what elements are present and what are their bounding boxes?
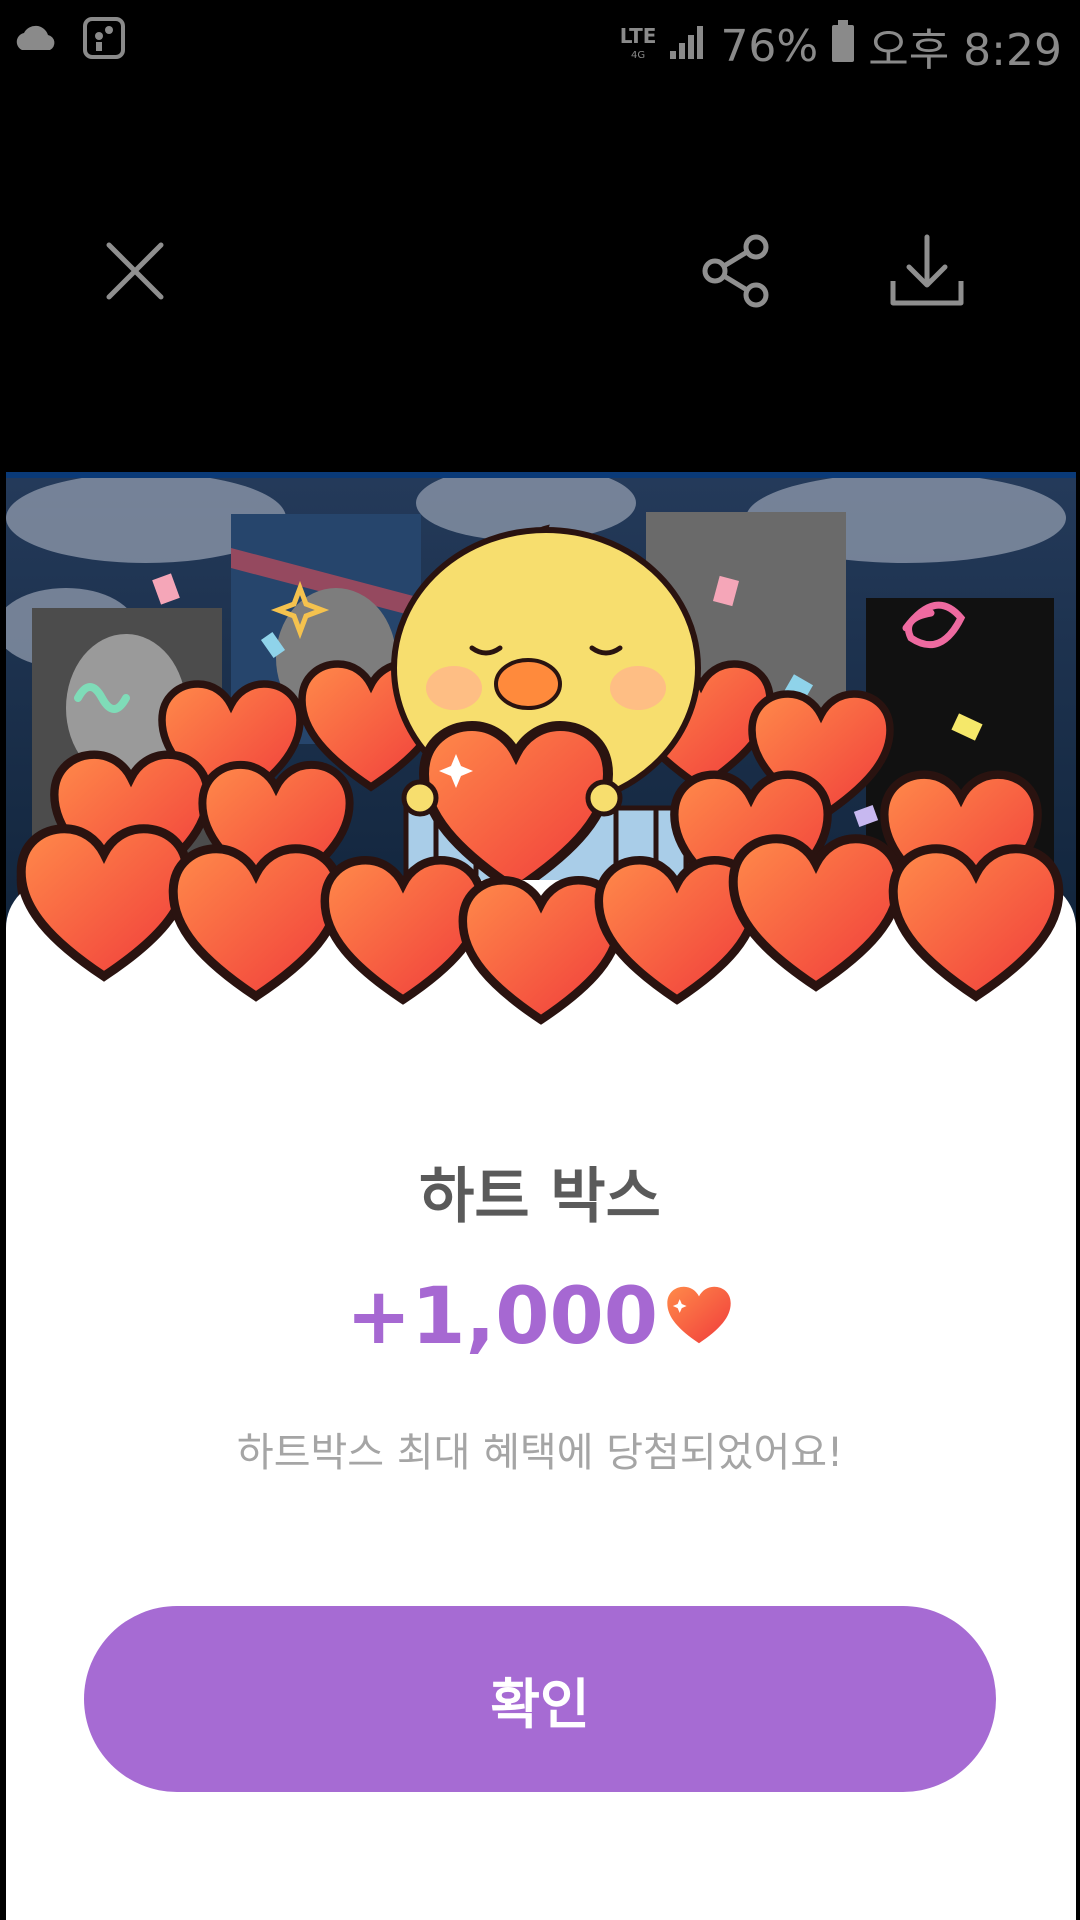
- heart-icon: [664, 1284, 734, 1350]
- network-subtype: 4G: [631, 50, 646, 61]
- battery-icon: [830, 19, 856, 74]
- viewer-toolbar: [0, 80, 1080, 470]
- clock: 오후 8:29: [868, 25, 1062, 76]
- reward-title: 하트 박스: [419, 1162, 661, 1232]
- confirm-button[interactable]: 확인: [84, 1606, 996, 1792]
- app-notification-icon: [82, 16, 126, 64]
- signal-icon: [668, 21, 708, 72]
- cloud-icon: [12, 22, 60, 58]
- reward-description: 하트박스 최대 혜택에 당첨되었어요!: [236, 1430, 844, 1476]
- download-icon[interactable]: [884, 228, 970, 314]
- heart-pile: [6, 820, 1076, 1040]
- status-bar: LTE 4G 76% 오후 8:29: [0, 0, 1080, 80]
- battery-percent: 76%: [720, 20, 819, 72]
- close-icon[interactable]: [92, 228, 178, 314]
- network-indicator: LTE 4G: [620, 26, 657, 66]
- share-icon[interactable]: [694, 228, 780, 314]
- reward-amount: +1,000: [0, 1272, 1080, 1362]
- confirm-button-label: 확인: [490, 1674, 590, 1735]
- reward-amount-value: +1,000: [345, 1272, 659, 1362]
- network-type: LTE: [619, 24, 657, 48]
